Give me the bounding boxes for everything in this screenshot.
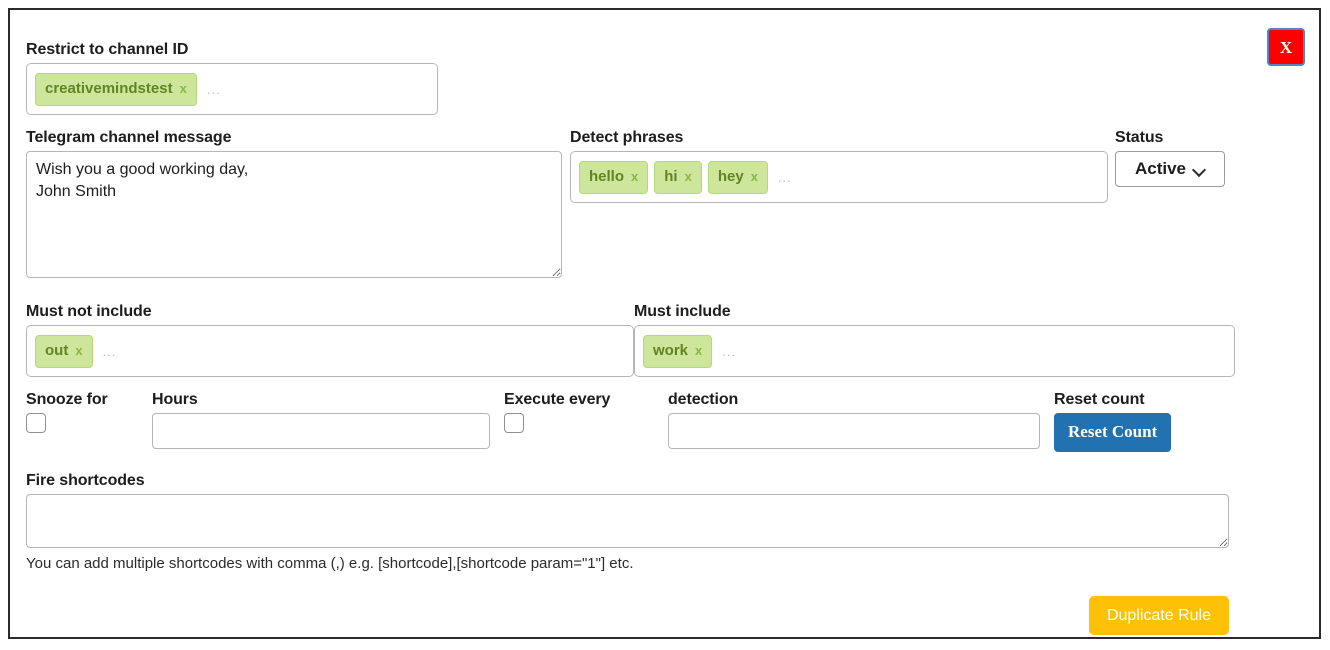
reset-count-button[interactable]: Reset Count <box>1054 413 1172 452</box>
tag-label: hey <box>717 167 744 185</box>
must-include-field: Must include work x ... <box>634 302 1235 378</box>
tag-placeholder: ... <box>722 343 737 359</box>
status-field: Status Active <box>1115 128 1235 188</box>
fire-shortcodes-label: Fire shortcodes <box>26 472 145 489</box>
hours-label: Hours <box>152 391 198 408</box>
detection-field: detection <box>668 390 1040 450</box>
execute-every-checkbox[interactable] <box>504 413 524 434</box>
close-icon[interactable]: X <box>1267 28 1305 66</box>
tag-placeholder: ... <box>206 81 221 97</box>
tag-remove-icon[interactable]: x <box>180 81 187 97</box>
execute-every-label: Execute every <box>504 391 611 408</box>
fire-shortcodes-field: Fire shortcodes You can add multiple sho… <box>26 471 1229 574</box>
detect-phrases-tag-input[interactable]: hello x hi x hey x ... <box>570 151 1108 204</box>
telegram-message-field: Telegram channel message <box>26 128 562 279</box>
detect-phrases-field: Detect phrases hello x hi x hey x ... <box>570 128 1108 204</box>
tag-item[interactable]: hi x <box>654 160 702 194</box>
tag-item[interactable]: hey x <box>707 160 768 194</box>
detection-label: detection <box>668 391 739 408</box>
must-not-include-field: Must not include out x ... <box>26 302 634 378</box>
tag-item[interactable]: hello x <box>579 160 649 194</box>
rule-editor-content: X Restrict to channel ID creativemindste… <box>24 24 1305 636</box>
tag-item[interactable]: out x <box>35 334 93 368</box>
must-not-include-tag-input[interactable]: out x ... <box>26 325 634 378</box>
tag-remove-icon[interactable]: x <box>75 343 82 359</box>
tag-label: hello <box>589 167 625 185</box>
detect-phrases-label: Detect phrases <box>570 129 684 146</box>
tag-remove-icon[interactable]: x <box>631 169 638 185</box>
tag-remove-icon[interactable]: x <box>685 169 692 185</box>
hours-field: Hours <box>152 390 490 450</box>
fire-shortcodes-help: You can add multiple shortcodes with com… <box>26 555 634 573</box>
telegram-message-textarea[interactable] <box>26 151 562 279</box>
status-label: Status <box>1115 129 1164 146</box>
detection-input[interactable] <box>668 413 1040 450</box>
chevron-down-icon <box>1194 164 1205 175</box>
status-selected-value: Active <box>1134 159 1187 179</box>
channel-id-label: Restrict to channel ID <box>26 41 189 58</box>
tag-label: creativemindstest <box>45 79 173 97</box>
must-include-tag-input[interactable]: work x ... <box>634 325 1235 378</box>
tag-item[interactable]: creativemindstest x <box>35 72 197 106</box>
must-not-include-label: Must not include <box>26 303 152 320</box>
channel-id-field: Restrict to channel ID creativemindstest… <box>26 40 438 116</box>
hours-input[interactable] <box>152 413 490 450</box>
tag-remove-icon[interactable]: x <box>695 343 702 359</box>
telegram-message-label: Telegram channel message <box>26 129 232 146</box>
tag-label: work <box>653 341 689 359</box>
must-include-label: Must include <box>634 303 731 320</box>
fire-shortcodes-textarea[interactable] <box>26 494 1229 549</box>
reset-count-field: Reset count Reset Count <box>1054 390 1234 452</box>
tag-item[interactable]: work x <box>643 334 713 368</box>
tag-placeholder: ... <box>777 169 792 185</box>
duplicate-rule-button[interactable]: Duplicate Rule <box>1088 596 1229 636</box>
execute-every-field: Execute every <box>504 390 664 434</box>
snooze-checkbox[interactable] <box>26 413 46 434</box>
status-select[interactable]: Active <box>1115 151 1225 188</box>
footer-actions: Duplicate Rule <box>26 596 1229 636</box>
tag-placeholder: ... <box>102 343 117 359</box>
snooze-label: Snooze for <box>26 391 108 408</box>
channel-id-tag-input[interactable]: creativemindstest x ... <box>26 63 438 116</box>
tag-label: out <box>45 341 69 359</box>
rule-editor-panel: X Restrict to channel ID creativemindste… <box>8 8 1321 639</box>
tag-remove-icon[interactable]: x <box>751 169 758 185</box>
snooze-field: Snooze for <box>26 390 146 434</box>
reset-count-label: Reset count <box>1054 391 1145 408</box>
tag-label: hi <box>664 167 678 185</box>
